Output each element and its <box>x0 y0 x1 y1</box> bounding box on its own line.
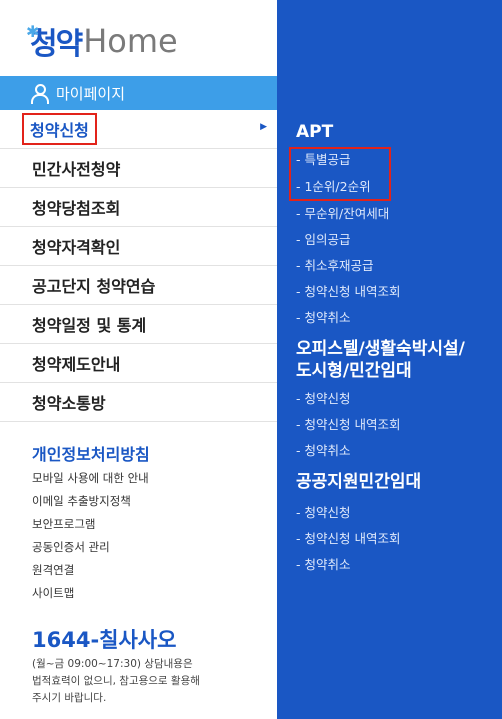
submenu-item-cancel[interactable]: - 청약취소 <box>296 308 350 328</box>
submenu-item-rental-apply[interactable]: - 청약신청 <box>296 503 350 523</box>
submenu-item-arbitrary-supply[interactable]: - 임의공급 <box>296 230 350 250</box>
mypage-label: 마이페이지 <box>56 84 126 103</box>
left-panel: ✱ 청약 Home 마이페이지 청약신청 ▶ 민간사전청약 청약당첨조회 청약자… <box>0 0 277 719</box>
submenu-title-public-rental: 공공지원민간임대 <box>296 472 422 492</box>
footer-links: 모바일 사용에 대한 안내 이메일 추출방지정책 보안프로그램 공동인증서 관리… <box>32 470 149 608</box>
submenu-item-history[interactable]: - 청약신청 내역조회 <box>296 282 400 302</box>
submenu-item-rental-cancel[interactable]: - 청약취소 <box>296 555 350 575</box>
site-logo[interactable]: ✱ 청약 Home <box>26 20 178 62</box>
menu-item-winner-lookup[interactable]: 청약당첨조회 <box>0 188 277 227</box>
chevron-right-icon: ▶ <box>260 122 267 132</box>
logo-spark-icon: ✱ <box>26 22 40 41</box>
link-email-policy[interactable]: 이메일 추출방지정책 <box>32 493 149 516</box>
menu-item-label: 청약신청 <box>22 113 97 145</box>
submenu-item-officetel-apply[interactable]: - 청약신청 <box>296 389 350 409</box>
submenu-item-rental-history[interactable]: - 청약신청 내역조회 <box>296 529 400 549</box>
link-security-program[interactable]: 보안프로그램 <box>32 516 149 539</box>
logo-suffix: Home <box>83 22 178 60</box>
menu-item-schedule-stats[interactable]: 청약일정 및 통계 <box>0 305 277 344</box>
menu-item-private-pre-subscription[interactable]: 민간사전청약 <box>0 149 277 188</box>
menu-item-eligibility-check[interactable]: 청약자격확인 <box>0 227 277 266</box>
contact-note: (월~금 09:00~17:30) 상담내용은 법적효력이 없으니, 참고용으로… <box>32 656 232 707</box>
contact-phone: 1644-칠사사오 <box>32 628 177 652</box>
menu-item-label: 청약소통방 <box>32 394 106 413</box>
link-sitemap[interactable]: 사이트맵 <box>32 585 149 608</box>
mypage-button[interactable]: 마이페이지 <box>0 76 277 110</box>
submenu-item-special-supply[interactable]: - 특별공급 <box>296 150 350 170</box>
title-line: 도시형/민간임대 <box>296 361 412 381</box>
person-icon <box>30 84 49 104</box>
menu-item-subscription-apply[interactable]: 청약신청 ▶ <box>0 110 277 149</box>
note-line: (월~금 09:00~17:30) 상담내용은 <box>32 658 193 670</box>
submenu-item-unranked[interactable]: - 무순위/잔여세대 <box>296 204 389 224</box>
submenu-item-officetel-history[interactable]: - 청약신청 내역조회 <box>296 415 400 435</box>
link-mobile-guide[interactable]: 모바일 사용에 대한 안내 <box>32 470 149 493</box>
submenu-item-rank[interactable]: - 1순위/2순위 <box>296 177 371 197</box>
menu-item-practice[interactable]: 공고단지 청약연습 <box>0 266 277 305</box>
menu-item-label: 민간사전청약 <box>32 160 121 179</box>
privacy-policy-link[interactable]: 개인정보처리방침 <box>32 441 150 465</box>
note-line: 법적효력이 없으니, 참고용으로 활용해 <box>32 675 200 687</box>
submenu-item-resupply[interactable]: - 취소후재공급 <box>296 256 373 276</box>
submenu-title-officetel: 오피스텔/생활숙박시설/ 도시형/민간임대 <box>296 338 465 382</box>
link-certificate-management[interactable]: 공동인증서 관리 <box>32 539 149 562</box>
menu-item-label: 청약당첨조회 <box>32 199 121 218</box>
title-line: 오피스텔/생활숙박시설/ <box>296 339 465 359</box>
menu-item-system-guide[interactable]: 청약제도안내 <box>0 344 277 383</box>
menu-item-label: 청약자격확인 <box>32 238 121 257</box>
submenu-title-apt: APT <box>296 122 334 142</box>
note-line: 주시기 바랍니다. <box>32 692 107 704</box>
link-remote-connection[interactable]: 원격연결 <box>32 562 149 585</box>
menu-item-label: 청약제도안내 <box>32 355 121 374</box>
main-menu: 청약신청 ▶ 민간사전청약 청약당첨조회 청약자격확인 공고단지 청약연습 청약… <box>0 110 277 422</box>
menu-item-communication[interactable]: 청약소통방 <box>0 383 277 422</box>
menu-item-label: 공고단지 청약연습 <box>32 277 156 296</box>
submenu-item-officetel-cancel[interactable]: - 청약취소 <box>296 441 350 461</box>
menu-item-label: 청약일정 및 통계 <box>32 316 147 335</box>
